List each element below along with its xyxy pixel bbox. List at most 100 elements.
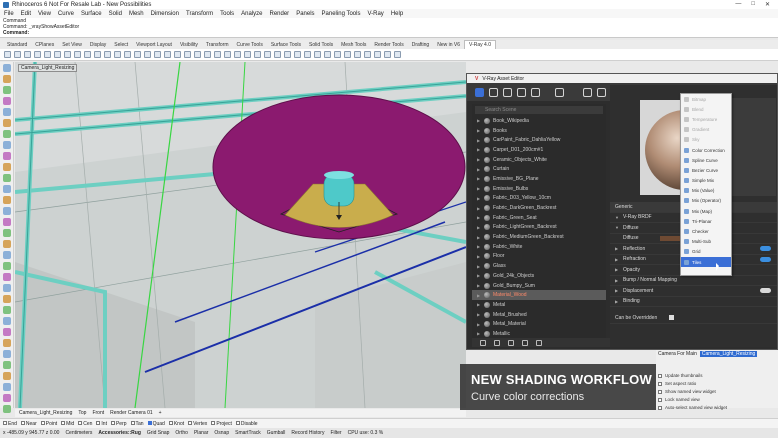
toolbar-tool-icon[interactable] bbox=[284, 51, 291, 58]
left-tool-icon[interactable] bbox=[3, 229, 11, 237]
geometry-tab-icon[interactable] bbox=[503, 87, 512, 97]
folder-icon[interactable] bbox=[508, 339, 514, 346]
toolbar-tool-icon[interactable] bbox=[104, 51, 111, 58]
asset-item[interactable]: ▶ Carpet_D01_200cm#1 bbox=[472, 145, 606, 155]
maximize-button[interactable]: □ bbox=[751, 1, 755, 8]
toolbar-tab-standard[interactable]: Standard bbox=[3, 41, 31, 49]
osnap-perp[interactable]: Perp bbox=[110, 420, 127, 427]
left-tool-icon[interactable] bbox=[3, 405, 11, 413]
asset-item[interactable]: ▶ Fabric_Green_Seat bbox=[472, 213, 606, 223]
menu-item-v-ray[interactable]: V-Ray bbox=[367, 11, 383, 17]
settings-tab-icon[interactable] bbox=[555, 87, 564, 97]
menu-item-edit[interactable]: Edit bbox=[21, 11, 31, 17]
left-tool-icon[interactable] bbox=[3, 394, 11, 402]
menu-item-help[interactable]: Help bbox=[391, 11, 403, 17]
asset-item[interactable]: ▶ Emissive_BG_Plane bbox=[472, 174, 606, 184]
menu-item-color-correction[interactable]: Color Correction bbox=[681, 145, 731, 155]
asset-item[interactable]: ▶ Fabric_D03_Yellow_10cm bbox=[472, 194, 606, 204]
viewport-tab[interactable]: Render Camera 01 bbox=[110, 410, 153, 416]
status-toggle-grid-snap[interactable]: Grid Snap bbox=[147, 430, 170, 436]
close-button[interactable]: ✕ bbox=[765, 1, 770, 8]
toolbar-tool-icon[interactable] bbox=[304, 51, 311, 58]
left-tool-icon[interactable] bbox=[3, 339, 11, 347]
override-checkbox[interactable] bbox=[669, 315, 675, 321]
toolbar-tab-mesh-tools[interactable]: Mesh Tools bbox=[337, 41, 370, 49]
menu-item-grid[interactable]: Grid bbox=[681, 247, 731, 257]
asset-item[interactable]: ▶ Metal bbox=[472, 300, 606, 310]
status-toggle-smarttrack[interactable]: SmartTrack bbox=[235, 430, 261, 436]
asset-item[interactable]: ▶ Fabric_White bbox=[472, 242, 606, 252]
toolbar-tool-icon[interactable] bbox=[34, 51, 41, 58]
left-tool-icon[interactable] bbox=[3, 328, 11, 336]
osnap-checkbox[interactable] bbox=[78, 420, 83, 425]
asset-item[interactable]: ▶ Fabric_DarkGreen_Backrest bbox=[472, 203, 606, 213]
osnap-checkbox[interactable] bbox=[211, 420, 216, 425]
toolbar-tool-icon[interactable] bbox=[194, 51, 201, 58]
asset-item[interactable]: ▶ Gold_Bumpy_Sum bbox=[472, 281, 606, 291]
toolbar-tool-icon[interactable] bbox=[154, 51, 161, 58]
toolbar-tab-set-view[interactable]: Set View bbox=[58, 41, 86, 49]
viewport[interactable] bbox=[15, 62, 466, 408]
left-tool-icon[interactable] bbox=[3, 141, 11, 149]
left-tool-icon[interactable] bbox=[3, 196, 11, 204]
left-tool-icon[interactable] bbox=[3, 383, 11, 391]
toolbar-tab-surface-tools[interactable]: Surface Tools bbox=[267, 41, 305, 49]
osnap-checkbox[interactable] bbox=[3, 420, 7, 425]
toolbar-tool-icon[interactable] bbox=[134, 51, 141, 58]
left-tool-icon[interactable] bbox=[3, 240, 11, 248]
osnap-checkbox[interactable] bbox=[147, 420, 152, 425]
save-icon[interactable] bbox=[522, 339, 528, 346]
toolbar-tool-icon[interactable] bbox=[74, 51, 81, 58]
osnap-checkbox[interactable] bbox=[110, 420, 115, 425]
command-prompt[interactable]: Command: bbox=[0, 30, 778, 36]
menu-item-analyze[interactable]: Analyze bbox=[241, 11, 262, 17]
toolbar-tab-curve-tools[interactable]: Curve Tools bbox=[233, 41, 267, 49]
menu-item-view[interactable]: View bbox=[38, 11, 51, 17]
toolbar-tool-icon[interactable] bbox=[184, 51, 191, 58]
menu-item-mix-operator-[interactable]: Mix (Operator) bbox=[681, 196, 731, 206]
override-row[interactable]: Can be Overridden bbox=[610, 313, 777, 324]
left-tool-icon[interactable] bbox=[3, 152, 11, 160]
displacement-toggle[interactable] bbox=[760, 288, 771, 294]
osnap-tan[interactable]: Tan bbox=[130, 420, 144, 427]
left-tool-icon[interactable] bbox=[3, 306, 11, 314]
menu-item-checker[interactable]: Checker bbox=[681, 226, 731, 236]
toolbar-tool-icon[interactable] bbox=[204, 51, 211, 58]
asset-item[interactable]: ▶ Metal_Material bbox=[472, 319, 606, 329]
named-view-option[interactable]: Lock named view bbox=[658, 396, 776, 403]
toolbar-tool-icon[interactable] bbox=[244, 51, 251, 58]
asset-item[interactable]: ▶ Fabric_LightGreen_Backrest bbox=[472, 223, 606, 233]
filter-button[interactable]: Filter bbox=[330, 430, 341, 436]
toolbar-tool-icon[interactable] bbox=[264, 51, 271, 58]
toolbar-tool-icon[interactable] bbox=[274, 51, 281, 58]
menu-item-tools[interactable]: Tools bbox=[220, 11, 234, 17]
toolbar-tool-icon[interactable] bbox=[144, 51, 151, 58]
menu-item-file[interactable]: File bbox=[4, 11, 14, 17]
osnap-knot[interactable]: Knot bbox=[168, 420, 184, 427]
layers-tab-icon[interactable] bbox=[517, 87, 526, 97]
refraction-toggle[interactable] bbox=[760, 256, 771, 262]
left-tool-icon[interactable] bbox=[3, 130, 11, 138]
named-view-option[interactable]: Auto-select named view widget bbox=[658, 404, 776, 411]
menu-item-transform[interactable]: Transform bbox=[186, 11, 213, 17]
menu-item-panels[interactable]: Panels bbox=[296, 11, 314, 17]
toolbar-tool-icon[interactable] bbox=[44, 51, 51, 58]
left-tool-icon[interactable] bbox=[3, 218, 11, 226]
left-tool-icon[interactable] bbox=[3, 174, 11, 182]
toolbar-tool-icon[interactable] bbox=[94, 51, 101, 58]
add-asset-icon[interactable] bbox=[480, 339, 486, 346]
left-tool-icon[interactable] bbox=[3, 350, 11, 358]
checkbox[interactable] bbox=[658, 381, 662, 386]
lights-tab-icon[interactable] bbox=[489, 87, 498, 97]
toolbar-tool-icon[interactable] bbox=[174, 51, 181, 58]
asset-item[interactable]: ▶ Material_Wood bbox=[472, 290, 606, 301]
osnap-near[interactable]: Near bbox=[20, 420, 37, 427]
menu-item-bezier-curve[interactable]: Bezier Curve bbox=[681, 165, 731, 175]
osnap-checkbox[interactable] bbox=[130, 420, 135, 425]
osnap-checkbox[interactable] bbox=[40, 420, 45, 425]
toolbar-tool-icon[interactable] bbox=[64, 51, 71, 58]
toolbar-tool-icon[interactable] bbox=[14, 51, 21, 58]
left-tool-icon[interactable] bbox=[3, 361, 11, 369]
asset-item[interactable]: ▶ Glass bbox=[472, 261, 606, 271]
toolbar-tool-icon[interactable] bbox=[394, 51, 401, 58]
